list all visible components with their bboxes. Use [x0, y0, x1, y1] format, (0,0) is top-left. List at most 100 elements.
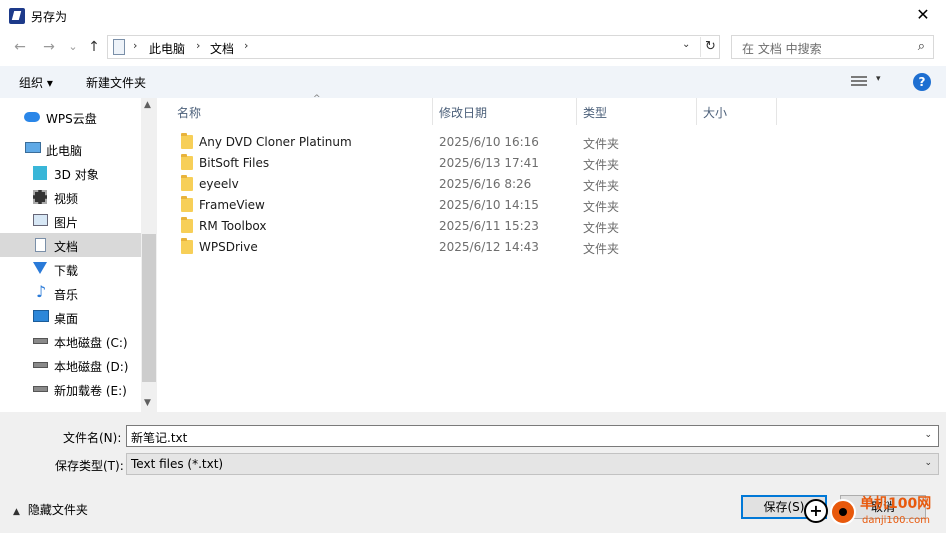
- folder-icon: [181, 238, 193, 254]
- sidebar-item-wps-cloud[interactable]: WPS云盘: [0, 105, 141, 129]
- sidebar-item-label: 图片: [54, 216, 79, 230]
- file-list: 名称 ^ 修改日期 类型 大小 Any DVD Cloner Platinum …: [157, 94, 946, 412]
- forward-button[interactable]: →: [39, 37, 59, 57]
- column-header-name[interactable]: 名称 ^: [171, 94, 433, 125]
- file-type: 文件夹: [583, 137, 620, 151]
- file-name: FrameView: [199, 198, 265, 212]
- filename-field[interactable]: 新笔记.txt ⌄: [126, 425, 939, 447]
- address-bar[interactable]: › 此电脑 › 文档 › ⌄ ↻: [107, 35, 720, 59]
- chevron-down-icon[interactable]: ⌄: [924, 430, 932, 440]
- watermark-text: 单机100网: [860, 496, 932, 512]
- column-header-label: 大小: [703, 106, 728, 120]
- scroll-down-icon[interactable]: ▼: [144, 398, 151, 408]
- file-type: 文件夹: [583, 158, 620, 172]
- drive-icon: [33, 338, 48, 344]
- back-button[interactable]: ←: [10, 37, 30, 57]
- table-row[interactable]: eyeelv 2025/6/16 8:26 文件夹: [157, 173, 946, 194]
- column-header-type[interactable]: 类型: [577, 98, 697, 125]
- sidebar-item-label: 音乐: [54, 288, 79, 302]
- hide-folders-label: 隐藏文件夹: [27, 503, 88, 517]
- sidebar-item-documents[interactable]: 文档: [0, 233, 141, 257]
- file-date: 2025/6/10 14:15: [439, 198, 539, 212]
- download-icon: [33, 262, 47, 274]
- file-type: 文件夹: [583, 179, 620, 193]
- music-icon: ♪: [36, 282, 47, 301]
- file-type: 文件夹: [583, 221, 620, 235]
- table-row[interactable]: WPSDrive 2025/6/12 14:43 文件夹: [157, 236, 946, 257]
- desktop-icon: [33, 310, 49, 322]
- search-icon[interactable]: ⌕: [918, 39, 925, 54]
- view-options-icon[interactable]: [851, 74, 867, 88]
- breadcrumb-this-pc[interactable]: 此电脑: [149, 40, 185, 57]
- table-row[interactable]: Any DVD Cloner Platinum 2025/6/10 16:16 …: [157, 131, 946, 152]
- column-header-size[interactable]: 大小: [697, 98, 777, 125]
- sidebar-item-3d-objects[interactable]: 3D 对象: [0, 161, 141, 185]
- breadcrumb-separator: ›: [196, 39, 201, 52]
- filetype-select[interactable]: Text files (*.txt) ⌄: [126, 453, 939, 475]
- file-date: 2025/6/10 16:16: [439, 135, 539, 149]
- window-title: 另存为: [31, 10, 68, 24]
- sidebar-item-this-pc[interactable]: 此电脑: [0, 137, 141, 161]
- table-row[interactable]: RM Toolbox 2025/6/11 15:23 文件夹: [157, 215, 946, 236]
- sidebar-item-drive-d[interactable]: 本地磁盘 (D:): [0, 353, 141, 377]
- table-row[interactable]: BitSoft Files 2025/6/13 17:41 文件夹: [157, 152, 946, 173]
- up-button[interactable]: ↑: [84, 37, 104, 57]
- filename-label: 文件名(N):: [63, 431, 122, 445]
- sidebar-item-label: 3D 对象: [54, 168, 99, 182]
- app-logo-icon: [9, 8, 25, 24]
- file-date: 2025/6/12 14:43: [439, 240, 539, 254]
- navigation-pane: WPS云盘 此电脑 3D 对象 视频 图片 文档 下载 ♪ 音乐 桌面 本地磁盘…: [0, 98, 141, 412]
- close-button[interactable]: ✕: [900, 0, 946, 32]
- sidebar-item-drive-e[interactable]: 新加载卷 (E:): [0, 377, 141, 401]
- column-header-label: 名称: [177, 106, 202, 120]
- sidebar-item-downloads[interactable]: 下载: [0, 257, 141, 281]
- cube-icon: [33, 166, 47, 180]
- search-input[interactable]: 在 文档 中搜索 ⌕: [731, 35, 934, 59]
- view-dropdown-icon[interactable]: ▾: [876, 74, 881, 84]
- sidebar-item-desktop[interactable]: 桌面: [0, 305, 141, 329]
- plus-icon: +: [804, 499, 828, 523]
- sidebar-item-pictures[interactable]: 图片: [0, 209, 141, 233]
- recent-locations-button[interactable]: ⌄: [63, 37, 83, 57]
- help-button[interactable]: ?: [913, 73, 931, 91]
- sidebar-item-label: 桌面: [54, 312, 79, 326]
- refresh-button[interactable]: ↻: [700, 37, 720, 57]
- sidebar-item-videos[interactable]: 视频: [0, 185, 141, 209]
- sidebar-item-label: 新加载卷 (E:): [54, 384, 127, 398]
- sidebar-item-label: 本地磁盘 (D:): [54, 360, 129, 374]
- title-bar: 另存为 ✕: [0, 0, 946, 32]
- breadcrumb-separator: ›: [244, 39, 249, 52]
- search-placeholder: 在 文档 中搜索: [742, 42, 822, 56]
- address-dropdown-icon[interactable]: ⌄: [682, 39, 690, 50]
- new-folder-button[interactable]: 新建文件夹: [86, 74, 146, 91]
- table-row[interactable]: FrameView 2025/6/10 14:15 文件夹: [157, 194, 946, 215]
- document-icon: [35, 238, 46, 252]
- folder-icon: [181, 196, 193, 212]
- column-header-label: 修改日期: [439, 106, 488, 120]
- file-name: Any DVD Cloner Platinum: [199, 135, 352, 149]
- scrollbar-thumb[interactable]: [142, 234, 156, 382]
- file-type: 文件夹: [583, 242, 620, 256]
- sidebar-scrollbar[interactable]: ▲ ▼: [141, 98, 157, 412]
- folder-icon: [181, 133, 193, 149]
- column-header-label: 类型: [583, 106, 608, 120]
- sidebar-item-music[interactable]: ♪ 音乐: [0, 281, 141, 305]
- drive-icon: [33, 386, 48, 392]
- scroll-up-icon[interactable]: ▲: [144, 100, 151, 110]
- sidebar-item-drive-c[interactable]: 本地磁盘 (C:): [0, 329, 141, 353]
- folder-icon: [181, 175, 193, 191]
- breadcrumb-documents[interactable]: 文档: [210, 40, 234, 57]
- breadcrumb-separator: ›: [133, 39, 138, 52]
- command-bar: 组织 ▾ 新建文件夹 ▾ ?: [0, 66, 946, 98]
- hide-folders-toggle[interactable]: ▲ 隐藏文件夹: [13, 501, 88, 518]
- chevron-down-icon[interactable]: ⌄: [924, 458, 932, 468]
- file-name: eyeelv: [199, 177, 239, 191]
- organize-menu[interactable]: 组织 ▾: [19, 74, 53, 91]
- file-date: 2025/6/16 8:26: [439, 177, 532, 191]
- folder-icon: [181, 154, 193, 170]
- sidebar-item-label: WPS云盘: [46, 112, 97, 126]
- file-name: RM Toolbox: [199, 219, 267, 233]
- image-icon: [33, 214, 48, 226]
- filetype-label: 保存类型(T):: [55, 459, 124, 473]
- column-header-date[interactable]: 修改日期: [433, 98, 577, 125]
